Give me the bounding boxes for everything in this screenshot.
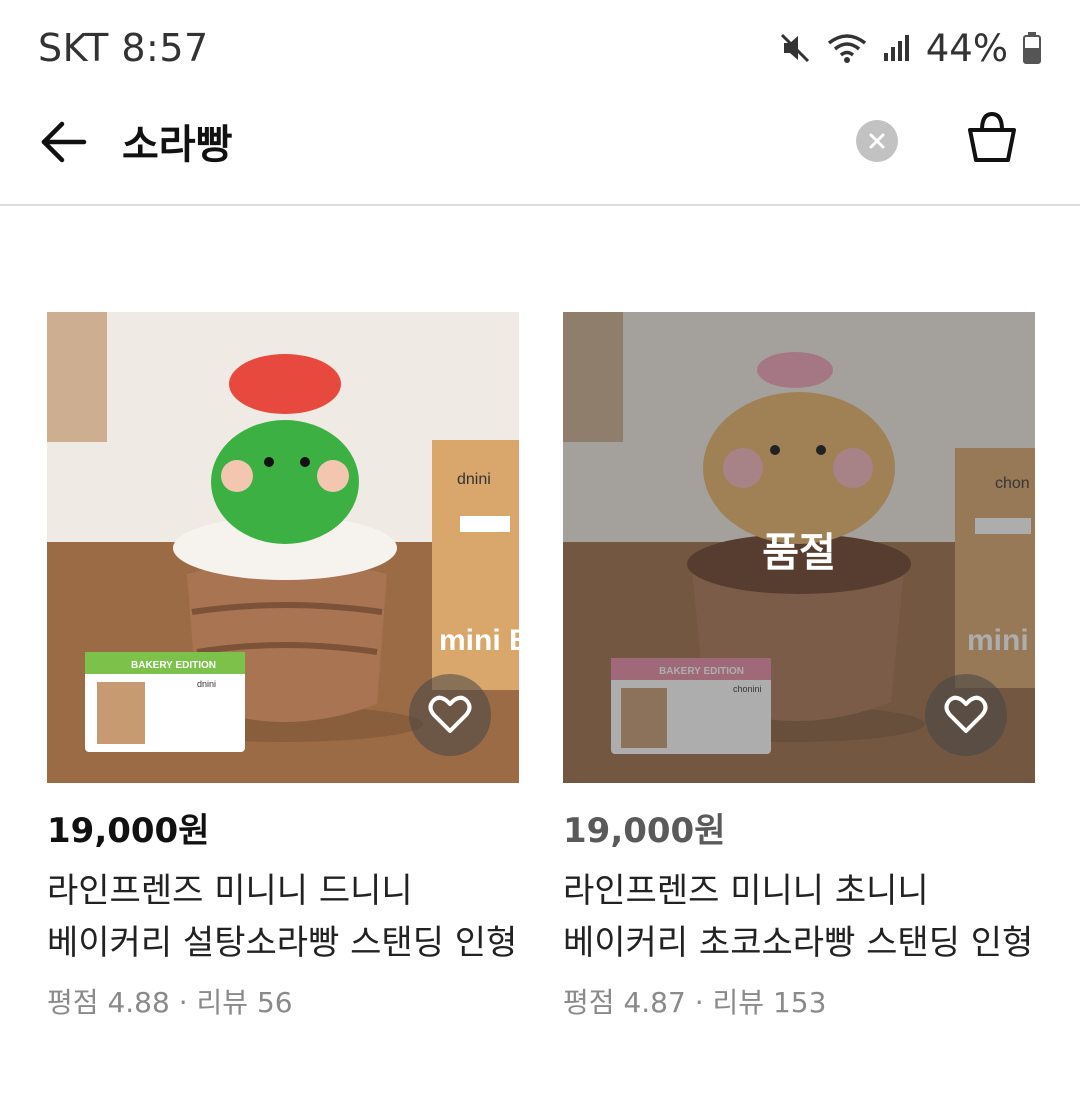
like-button[interactable] (925, 674, 1007, 756)
box-brand-text: mini BAK (439, 624, 519, 657)
product-grid: dnini mini BAK BAKERY EDITION dnini (0, 208, 1080, 1109)
plush-hat (229, 354, 341, 414)
heart-icon (944, 695, 988, 733)
product-image[interactable]: dnini mini BAK BAKERY EDITION dnini (47, 312, 519, 783)
info-card-edition: BAKERY EDITION (131, 660, 216, 671)
rating-label: 평점 (563, 986, 615, 1019)
sold-out-badge: 품절 (762, 530, 836, 576)
signal-icon (882, 33, 912, 63)
review-count: 153 (772, 986, 827, 1019)
status-bar: SKT 8:57 44% (0, 0, 1080, 96)
separator-dot: · (178, 986, 188, 1019)
product-title[interactable]: 라인프렌즈 미니니 드니니 베이커리 설탕소라빵 스탠딩 인형 (47, 865, 519, 969)
back-arrow-icon[interactable] (36, 118, 92, 168)
shopping-bag-icon[interactable] (962, 108, 1022, 168)
product-card[interactable]: dnini mini BAK BAKERY EDITION dnini (47, 312, 519, 1023)
battery-icon (1022, 31, 1042, 65)
review-count: 56 (256, 986, 293, 1019)
clear-icon[interactable] (856, 120, 898, 162)
rating-value: 4.88 (107, 986, 170, 1019)
wifi-icon (826, 31, 868, 65)
product-card[interactable]: chon mini BAK BAKERY EDITION chonini 품절 (563, 312, 1035, 1023)
status-icons: 44% (778, 27, 1042, 70)
product-image[interactable]: chon mini BAK BAKERY EDITION chonini 품절 (563, 312, 1035, 783)
search-query-text[interactable]: 소라빵 (122, 112, 232, 170)
info-card-name: dnini (197, 679, 216, 689)
product-price: 19,000원 (47, 811, 210, 851)
product-price: 19,000원 (563, 811, 726, 851)
review-label: 리뷰 (196, 986, 249, 1019)
heart-icon (428, 695, 472, 733)
like-button[interactable] (409, 674, 491, 756)
separator-dot: · (694, 986, 704, 1019)
rating-label: 평점 (47, 986, 99, 1019)
product-rating-review: 평점 4.88 · 리뷰 56 (47, 983, 519, 1023)
review-label: 리뷰 (712, 986, 765, 1019)
product-rating-review: 평점 4.87 · 리뷰 153 (563, 983, 1035, 1023)
app-bar: 소라빵 (0, 96, 1080, 206)
battery-percent: 44% (925, 26, 1008, 70)
product-title[interactable]: 라인프렌즈 미니니 초니니 베이커리 초코소라빵 스탠딩 인형 (563, 865, 1035, 969)
box-label-text: dnini (457, 471, 491, 488)
mute-icon (778, 31, 812, 65)
carrier-time: SKT 8:57 (38, 26, 209, 70)
rating-value: 4.87 (623, 986, 686, 1019)
